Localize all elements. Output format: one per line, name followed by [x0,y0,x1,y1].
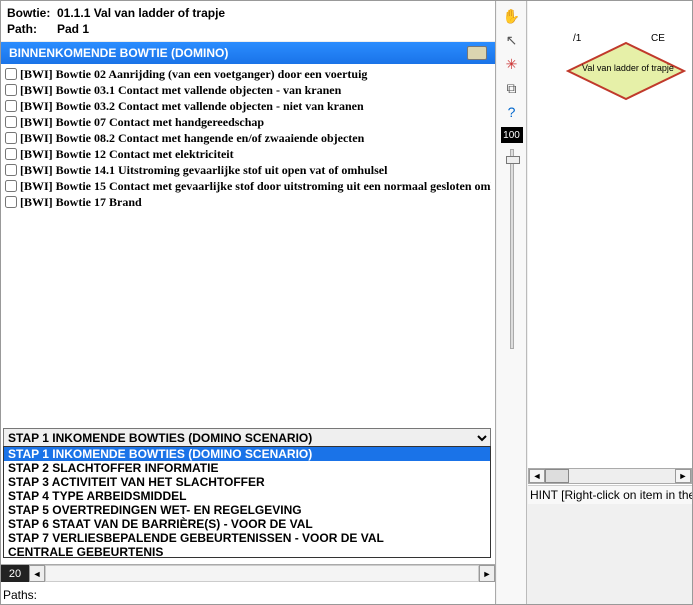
node-id-label: /1 [573,33,581,44]
node-type-label: CE [651,33,665,44]
canvas-horizontal-scrollbar[interactable]: ◄ ► [528,468,692,484]
bowtie-item-label: [BWI] Bowtie 08.2 Contact met hangende e… [20,130,364,146]
bowtie-item-label: [BWI] Bowtie 03.1 Contact met vallende o… [20,82,341,98]
scroll-left-arrow[interactable]: ◄ [29,565,45,582]
left-panel: Bowtie: 01.1.1 Val van ladder of trapje … [1,1,496,604]
bowtie-value: 01.1.1 Val van ladder of trapje [57,6,489,20]
bowtie-list: [BWI] Bowtie 02 Aanrijding (van een voet… [1,64,495,212]
bowtie-item[interactable]: [BWI] Bowtie 07 Contact met handgereedsc… [5,114,491,130]
bowtie-item-label: [BWI] Bowtie 02 Aanrijding (van een voet… [20,66,367,82]
step-option[interactable]: STAP 7 VERLIESBEPALENDE GEBEURTENISSEN -… [4,531,490,545]
pointer-tool-icon[interactable]: ↖ [503,31,521,49]
incoming-bowtie-header: BINNENKOMENDE BOWTIE (DOMINO) [1,42,495,64]
step-option[interactable]: STAP 4 TYPE ARBEIDSMIDDEL [4,489,490,503]
bowtie-label: Bowtie: [7,6,57,20]
bowtie-checkbox[interactable] [5,196,17,208]
paths-label: Paths: [3,588,37,602]
step-option[interactable]: STAP 5 OVERTREDINGEN WET- EN REGELGEVING [4,503,490,517]
step-dropdown[interactable]: STAP 1 INKOMENDE BOWTIES (DOMINO SCENARI… [3,446,491,558]
bowtie-item[interactable]: [BWI] Bowtie 12 Contact met elektricitei… [5,146,491,162]
path-label: Path: [7,22,57,36]
zoom-slider-thumb[interactable] [506,156,520,164]
color-tool-icon[interactable]: ✳ [503,55,521,73]
bowtie-checkbox[interactable] [5,164,17,176]
bowtie-checkbox[interactable] [5,148,17,160]
bowtie-item-label: [BWI] Bowtie 03.2 Contact met vallende o… [20,98,364,114]
bowtie-checkbox[interactable] [5,68,17,80]
page-number: 20 [1,565,29,582]
bowtie-checkbox[interactable] [5,132,17,144]
bowtie-item-label: [BWI] Bowtie 14.1 Uitstroming gevaarlijk… [20,162,387,178]
bowtie-checkbox[interactable] [5,84,17,96]
bowtie-item[interactable]: [BWI] Bowtie 15 Contact met gevaarlijke … [5,178,491,194]
hint-bar: HINT [Right-click on item in the C [528,485,692,504]
step-option[interactable]: STAP 6 STAAT VAN DE BARRIÈRE(S) - VOOR D… [4,517,490,531]
path-value: Pad 1 [57,22,489,36]
node-text: Val van ladder of trapje [578,63,678,73]
step-option[interactable]: STAP 1 INKOMENDE BOWTIES (DOMINO SCENARI… [4,447,490,461]
canvas-scroll-track[interactable] [569,469,675,483]
bowtie-item-label: [BWI] Bowtie 12 Contact met elektricitei… [20,146,234,162]
bowtie-item[interactable]: [BWI] Bowtie 02 Aanrijding (van een voet… [5,66,491,82]
bowtie-item[interactable]: [BWI] Bowtie 17 Brand [5,194,491,210]
bowtie-item[interactable]: [BWI] Bowtie 03.2 Contact met vallende o… [5,98,491,114]
step-option[interactable]: CENTRALE GEBEURTENIS [4,545,490,558]
bowtie-checkbox[interactable] [5,180,17,192]
scroll-right-arrow[interactable]: ► [479,565,495,582]
canvas-scroll-right-icon[interactable]: ► [675,469,691,483]
canvas-scroll-left-icon[interactable]: ◄ [529,469,545,483]
bottom-scrollbar: 20 ◄ ► [1,564,495,582]
step-option[interactable]: STAP 2 SLACHTOFFER INFORMATIE [4,461,490,475]
canvas-scroll-thumb[interactable] [545,469,569,483]
toolbar-strip: ✋ ↖ ✳ ⧉ ? 100 [497,1,527,604]
bowtie-item[interactable]: [BWI] Bowtie 14.1 Uitstroming gevaarlijk… [5,162,491,178]
step-option[interactable]: STAP 3 ACTIVITEIT VAN HET SLACHTOFFER [4,475,490,489]
help-icon[interactable]: ? [503,103,521,121]
section-title: BINNENKOMENDE BOWTIE (DOMINO) [9,46,228,60]
bowtie-checkbox[interactable] [5,100,17,112]
zoom-value: 100 [501,127,523,143]
card-icon[interactable] [467,46,487,60]
step-select[interactable]: STAP 1 INKOMENDE BOWTIES (DOMINO SCENARI… [3,428,491,448]
scroll-track[interactable] [45,565,479,582]
bowtie-item[interactable]: [BWI] Bowtie 08.2 Contact met hangende e… [5,130,491,146]
bowtie-item-label: [BWI] Bowtie 17 Brand [20,194,142,210]
bowtie-item-label: [BWI] Bowtie 07 Contact met handgereedsc… [20,114,264,130]
bowtie-item[interactable]: [BWI] Bowtie 03.1 Contact met vallende o… [5,82,491,98]
bowtie-checkbox[interactable] [5,116,17,128]
meta-header: Bowtie: 01.1.1 Val van ladder of trapje … [1,1,495,42]
hand-tool-icon[interactable]: ✋ [503,7,521,25]
bowtie-item-label: [BWI] Bowtie 15 Contact met gevaarlijke … [20,178,491,194]
zoom-slider[interactable] [510,149,514,349]
step-selector[interactable]: STAP 1 INKOMENDE BOWTIES (DOMINO SCENARI… [3,428,491,448]
copy-tool-icon[interactable]: ⧉ [503,79,521,97]
